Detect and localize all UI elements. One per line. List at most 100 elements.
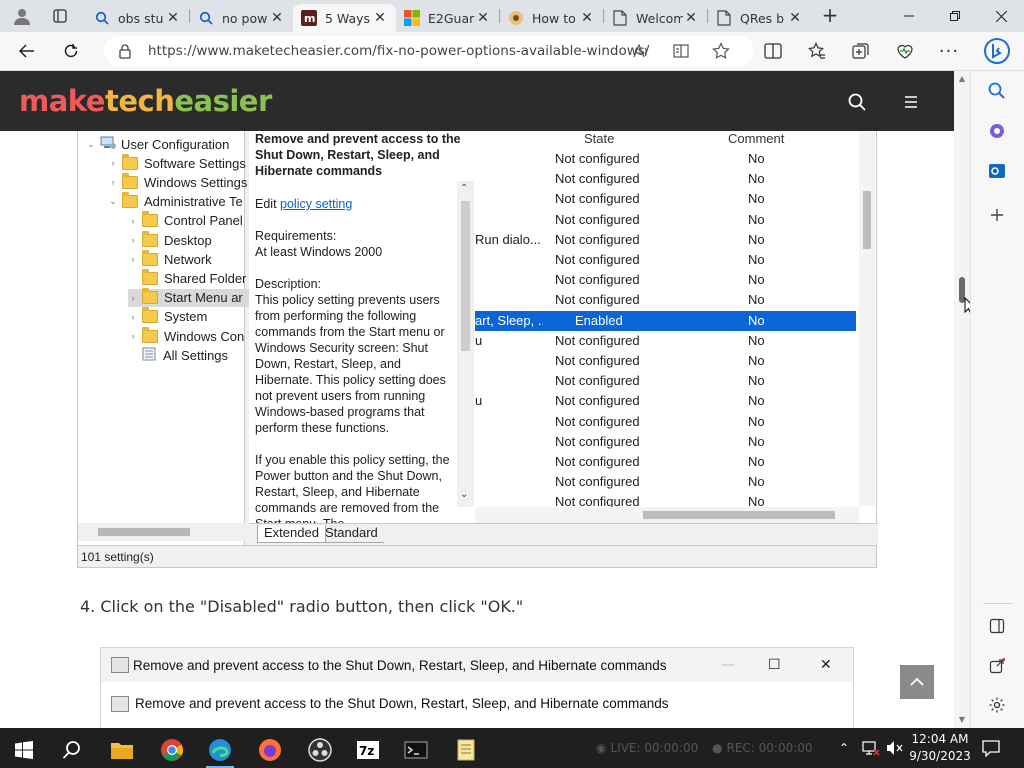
expand-icon[interactable]: ⌄ — [108, 196, 118, 207]
settings-horizontal-scrollbar[interactable] — [475, 507, 859, 523]
obs-button[interactable] — [300, 732, 340, 768]
settings-vertical-scrollbar[interactable] — [859, 131, 875, 506]
tree-node[interactable]: ⌄ User Configuration — [86, 135, 229, 153]
tree-node[interactable]: › Desktop — [128, 230, 212, 249]
back-button[interactable] — [12, 37, 42, 65]
policy-setting-row[interactable]: Not configured No — [475, 351, 856, 371]
policy-setting-row[interactable]: Not configured No — [475, 452, 856, 472]
notepad-button[interactable] — [446, 732, 486, 768]
site-menu-button[interactable] — [900, 91, 922, 113]
expand-icon[interactable]: ⌄ — [86, 139, 96, 150]
browser-tab[interactable]: no pow ✕ — [190, 4, 293, 32]
browser-tab[interactable]: How to ✕ — [500, 4, 603, 32]
tree-node[interactable]: › System — [128, 307, 207, 326]
notifications-button[interactable] — [982, 728, 1000, 768]
tree-horizontal-scrollbar[interactable] — [78, 523, 245, 541]
tab-actions-button[interactable] — [48, 5, 72, 27]
browser-tab[interactable]: Welcom ✕ — [604, 4, 707, 32]
site-search-button[interactable] — [846, 91, 868, 113]
browser-tab[interactable]: QRes b ✕ — [708, 4, 811, 32]
tree-node[interactable]: › Windows Con — [128, 326, 244, 345]
favorite-star-icon[interactable] — [711, 42, 731, 60]
start-button[interactable] — [4, 732, 44, 768]
policy-setting-row[interactable]: Run dialo... Not configured No — [475, 230, 856, 250]
network-tray-icon[interactable] — [862, 728, 880, 768]
expand-icon[interactable]: › — [128, 331, 138, 341]
state-column-header[interactable]: State — [584, 131, 614, 147]
dialog-minimize-icon[interactable]: — — [721, 657, 735, 673]
new-tab-button[interactable]: + — [816, 4, 844, 28]
add-sidebar-app-icon[interactable] — [985, 203, 1009, 227]
policy-setting-row[interactable]: Not configured No — [475, 472, 856, 492]
sidebar-settings-gear-icon[interactable] — [985, 693, 1009, 717]
close-tab-icon[interactable]: ✕ — [475, 10, 491, 26]
policy-setting-row[interactable]: Not configured No — [475, 290, 856, 310]
reader-view-icon[interactable] — [671, 42, 691, 60]
sidebar-layout-icon[interactable] — [985, 614, 1009, 638]
close-tab-icon[interactable]: ✕ — [683, 10, 699, 26]
clock[interactable]: 12:04 AM 9/30/2023 — [908, 731, 972, 765]
file-explorer-button[interactable] — [102, 732, 142, 768]
tree-node[interactable]: All Settings — [128, 346, 228, 364]
collections-button[interactable] — [846, 37, 876, 65]
chrome-button[interactable] — [152, 732, 192, 768]
policy-setting-row[interactable]: Not configured No — [475, 189, 856, 209]
details-scrollbar[interactable]: ⌃ ⌄ — [457, 181, 474, 507]
open-external-icon[interactable] — [985, 654, 1009, 678]
tree-node[interactable]: ⌄ Administrative Te — [108, 192, 243, 211]
scroll-up-arrow-icon[interactable]: ▲ — [958, 75, 966, 83]
dialog-close-icon[interactable]: ✕ — [820, 657, 832, 673]
browser-tab[interactable]: obs stu ✕ — [86, 4, 189, 32]
policy-setting-row[interactable]: Not configured No — [475, 432, 856, 452]
7zip-button[interactable]: 7z — [348, 732, 388, 768]
close-tab-icon[interactable]: ✕ — [372, 10, 388, 26]
policy-setting-row[interactable]: Not configured No — [475, 270, 856, 290]
policy-setting-row[interactable]: Not configured No — [475, 371, 856, 391]
refresh-button[interactable] — [56, 37, 86, 65]
close-window-button[interactable] — [978, 0, 1024, 32]
tree-node[interactable]: Shared Folder — [128, 268, 246, 287]
scroll-down-arrow-icon[interactable]: ▼ — [958, 716, 966, 724]
policy-setting-row[interactable]: Not configured No — [475, 169, 856, 189]
expand-icon[interactable]: › — [128, 254, 138, 264]
minimize-button[interactable] — [886, 0, 932, 32]
expand-icon[interactable]: › — [108, 177, 118, 187]
tree-node[interactable]: › Software Settings — [108, 153, 246, 172]
tree-node[interactable]: › Network — [128, 249, 212, 268]
show-hidden-icons-button[interactable]: ⌃ — [839, 728, 849, 768]
firefox-button[interactable] — [250, 732, 290, 768]
copilot-button[interactable] — [982, 35, 1012, 67]
browser-tab[interactable]: E2Guar ✕ — [396, 4, 499, 32]
policy-setting-row[interactable]: art, Sleep, ... Enabled No — [475, 310, 856, 331]
lock-icon[interactable] — [118, 43, 132, 62]
favorites-button[interactable] — [802, 37, 832, 65]
extensions-button[interactable] — [890, 37, 920, 65]
taskbar-search-button[interactable] — [52, 732, 92, 768]
close-tab-icon[interactable]: ✕ — [165, 10, 181, 26]
sidebar-copilot-icon[interactable] — [985, 119, 1009, 143]
tab-standard[interactable]: Standard — [319, 525, 384, 543]
close-tab-icon[interactable]: ✕ — [579, 10, 595, 26]
tab-extended[interactable]: Extended — [257, 525, 326, 543]
policy-setting-row[interactable]: Not configured No — [475, 250, 856, 270]
terminal-button[interactable] — [396, 732, 436, 768]
volume-tray-icon[interactable] — [886, 728, 904, 768]
comment-column-header[interactable]: Comment — [728, 131, 784, 147]
policy-setting-row[interactable]: Not configured No — [475, 412, 856, 432]
expand-icon[interactable]: › — [128, 216, 138, 226]
policy-setting-row[interactable]: u Not configured No — [475, 331, 856, 351]
expand-icon[interactable]: › — [128, 312, 138, 322]
browser-tab[interactable]: m 5 Ways ✕ — [293, 4, 396, 32]
policy-setting-row[interactable]: u Not configured No — [475, 391, 856, 411]
policy-setting-row[interactable]: Not configured No — [475, 149, 856, 169]
expand-icon[interactable]: › — [128, 293, 138, 303]
policy-setting-row[interactable]: Not configured No — [475, 210, 856, 230]
dialog-maximize-icon[interactable]: ☐ — [768, 657, 781, 673]
expand-icon[interactable]: › — [128, 235, 138, 245]
tree-node[interactable]: › Windows Settings — [108, 172, 247, 191]
close-tab-icon[interactable]: ✕ — [787, 10, 803, 26]
profile-button[interactable] — [8, 4, 36, 28]
scroll-down-icon[interactable]: ⌄ — [460, 489, 468, 500]
sidebar-search-icon[interactable] — [985, 79, 1009, 103]
edge-button[interactable] — [200, 732, 240, 768]
